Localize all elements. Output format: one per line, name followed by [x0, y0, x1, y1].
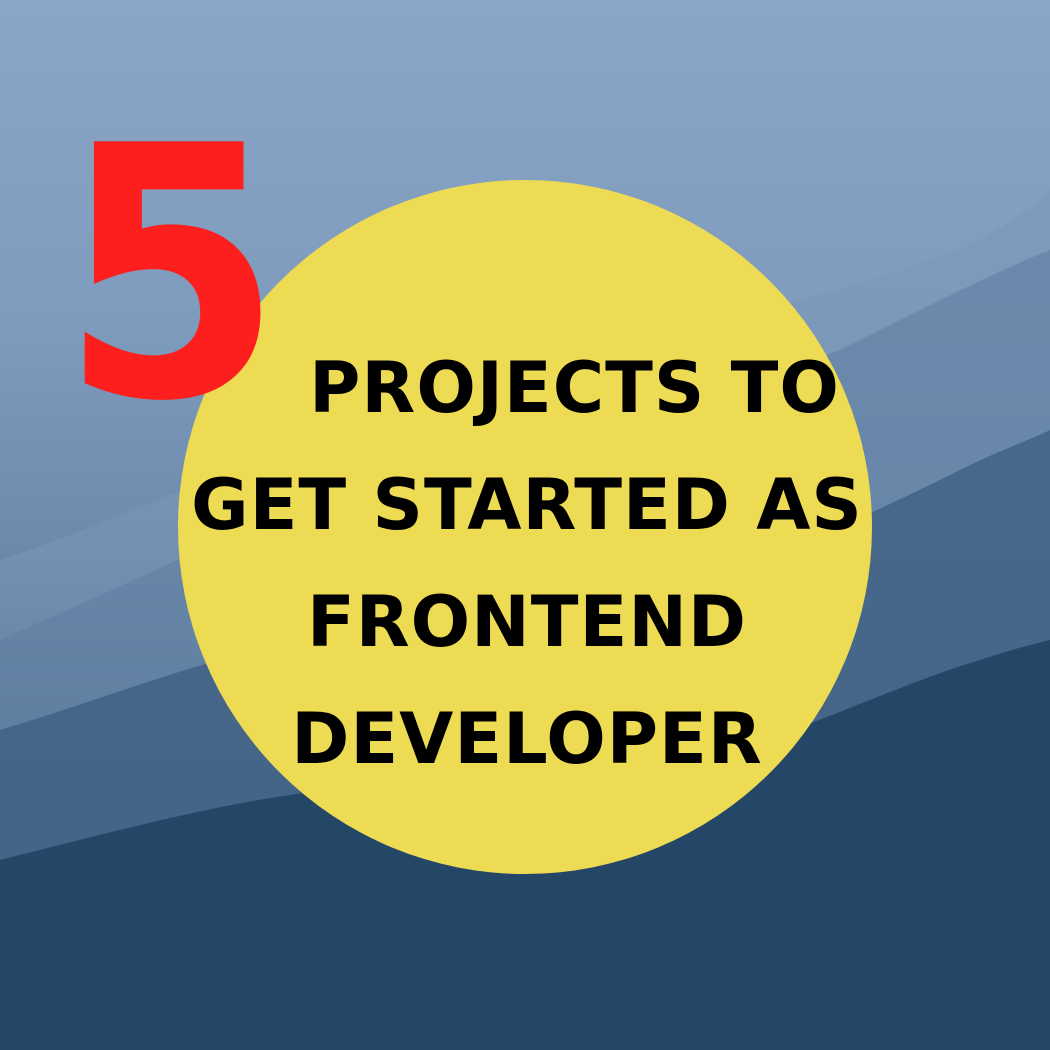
headline-line-2: GET STARTED AS	[191, 464, 863, 546]
headline-line-3: FRONTEND	[306, 581, 748, 663]
headline: PROJECTS TO GET STARTED AS FRONTEND DEVE…	[180, 330, 874, 798]
headline-line-4: DEVELOPER	[291, 698, 763, 780]
headline-line-1: PROJECTS TO	[309, 347, 840, 429]
poster: 5 PROJECTS TO GET STARTED AS FRONTEND DE…	[0, 0, 1050, 1050]
